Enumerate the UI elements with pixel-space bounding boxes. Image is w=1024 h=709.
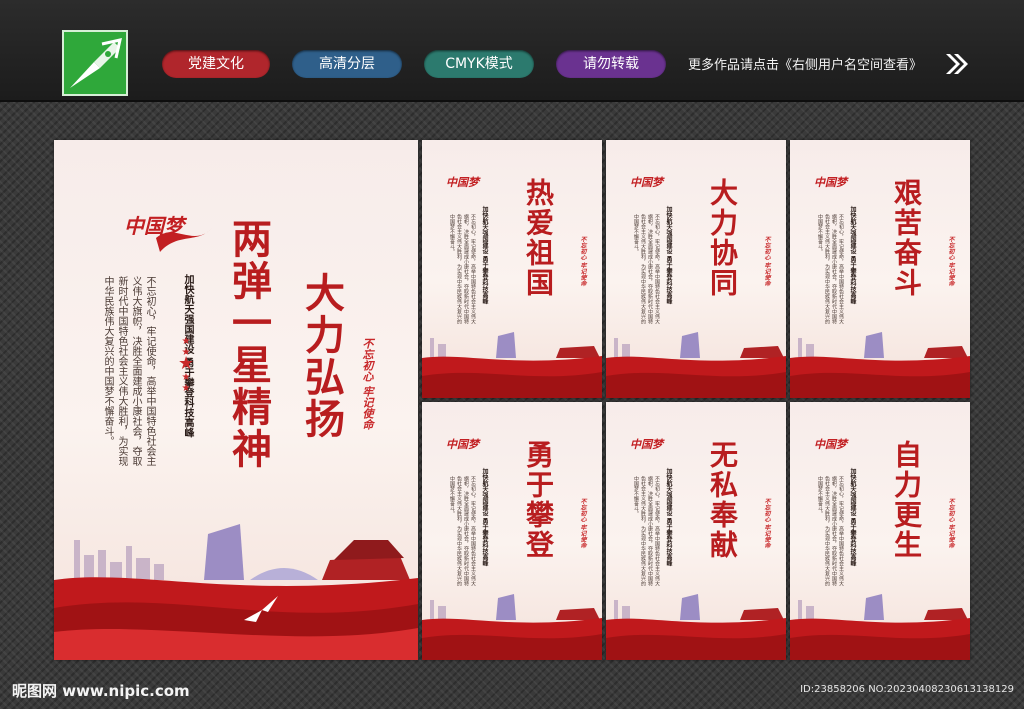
poster-6-heading: 加快航天强国建设 勇于攀登科技高峰 — [849, 468, 856, 567]
poster-1-skyline-icon — [422, 332, 602, 398]
poster-2-heading: 加快航天强国建设 勇于攀登科技高峰 — [665, 206, 672, 305]
double-arrow-icon[interactable] — [944, 52, 970, 76]
poster-4-skyline-icon — [422, 594, 602, 660]
poster-1-title: 热爱祖国 — [522, 178, 555, 298]
poster-2-title: 大力协同 — [706, 178, 739, 298]
poster-4: 中国梦 勇于攀登 不忘初心，牢记使命，高举中国特色社会主义伟大旗帜，决胜全面建成… — [422, 402, 602, 660]
china-dream-logo: 中国梦 — [630, 176, 663, 189]
brush-swoosh-icon — [156, 228, 212, 252]
poster-1-seal: 不忘初心 牢记使命 — [579, 236, 586, 287]
poster-5-skyline-icon — [606, 594, 786, 660]
china-dream-logo: 中国梦 — [446, 176, 479, 189]
poster-2-skyline-icon — [606, 332, 786, 398]
main-body-text: 不忘初心，牢记使命，高举中国特色社会主义伟大旗帜，决胜全面建成小康社会，夺取新时… — [102, 276, 155, 466]
star-decoration-icon: ★ ★ ★ ★ ★ — [178, 336, 195, 394]
poster-3-skyline-icon — [790, 332, 970, 398]
china-dream-logo: 中国梦 — [446, 438, 479, 451]
poster-3-title: 艰苦奋斗 — [890, 178, 923, 298]
poster-1-body: 不忘初心，牢记使命，高举中国特色社会主义伟大旗帜，决胜全面建成小康社会，夺取新时… — [449, 214, 476, 324]
poster-4-title: 勇于攀登 — [522, 440, 555, 560]
tag-cmyk-mode[interactable]: CMYK模式 — [424, 50, 534, 78]
main-poster: 中国梦 两弹一星精神 大力弘扬 不忘初心 牢记使命 加快航天强国建设 勇于攀登科… — [54, 140, 418, 660]
main-title-col2: 大力弘扬 — [298, 272, 345, 440]
city-skyline-wave-icon — [54, 524, 418, 660]
more-works-text: 更多作品请点击《右侧用户名空间查看》 — [688, 58, 923, 73]
poster-3-heading: 加快航天强国建设 勇于攀登科技高峰 — [849, 206, 856, 305]
seal-text: 不忘初心 牢记使命 — [361, 338, 374, 430]
china-dream-logo: 中国梦 — [814, 176, 847, 189]
poster-5-title: 无私奉献 — [706, 440, 739, 560]
poster-5: 中国梦 无私奉献 不忘初心，牢记使命，高举中国特色社会主义伟大旗帜，决胜全面建成… — [606, 402, 786, 660]
poster-3: 中国梦 艰苦奋斗 不忘初心，牢记使命，高举中国特色社会主义伟大旗帜，决胜全面建成… — [790, 140, 970, 398]
poster-6-skyline-icon — [790, 594, 970, 660]
poster-5-body: 不忘初心，牢记使命，高举中国特色社会主义伟大旗帜，决胜全面建成小康社会，夺取新时… — [633, 476, 660, 586]
poster-2-body: 不忘初心，牢记使命，高举中国特色社会主义伟大旗帜，决胜全面建成小康社会，夺取新时… — [633, 214, 660, 324]
china-dream-logo: 中国梦 — [630, 438, 663, 451]
poster-1: 中国梦 热爱祖国 不忘初心，牢记使命，高举中国特色社会主义伟大旗帜，决胜全面建成… — [422, 140, 602, 398]
poster-6-seal: 不忘初心 牢记使命 — [947, 498, 954, 549]
poster-6: 中国梦 自力更生 不忘初心，牢记使命，高举中国特色社会主义伟大旗帜，决胜全面建成… — [790, 402, 970, 660]
poster-4-body: 不忘初心，牢记使命，高举中国特色社会主义伟大旗帜，决胜全面建成小康社会，夺取新时… — [449, 476, 476, 586]
poster-6-body: 不忘初心，牢记使命，高举中国特色社会主义伟大旗帜，决胜全面建成小康社会，夺取新时… — [817, 476, 844, 586]
poster-5-seal: 不忘初心 牢记使命 — [763, 498, 770, 549]
top-banner: 党建文化 高清分层 CMYK模式 请勿转载 更多作品请点击《右侧用户名空间查看》 — [0, 0, 1024, 102]
poster-5-heading: 加快航天强国建设 勇于攀登科技高峰 — [665, 468, 672, 567]
poster-6-title: 自力更生 — [890, 440, 923, 560]
main-title-col1: 两弹一星精神 — [225, 218, 272, 470]
china-dream-logo: 中国梦 — [814, 438, 847, 451]
tag-no-repost[interactable]: 请勿转载 — [556, 50, 666, 78]
pen-logo-icon — [62, 30, 128, 96]
site-watermark[interactable]: 昵图网 www.nipic.com — [12, 680, 190, 701]
poster-2: 中国梦 大力协同 不忘初心，牢记使命，高举中国特色社会主义伟大旗帜，决胜全面建成… — [606, 140, 786, 398]
poster-2-seal: 不忘初心 牢记使命 — [763, 236, 770, 287]
poster-3-seal: 不忘初心 牢记使命 — [947, 236, 954, 287]
tag-party-culture[interactable]: 党建文化 — [162, 50, 270, 78]
poster-4-heading: 加快航天强国建设 勇于攀登科技高峰 — [481, 468, 488, 567]
poster-4-seal: 不忘初心 牢记使命 — [579, 498, 586, 549]
poster-1-heading: 加快航天强国建设 勇于攀登科技高峰 — [481, 206, 488, 305]
poster-3-body: 不忘初心，牢记使命，高举中国特色社会主义伟大旗帜，决胜全面建成小康社会，夺取新时… — [817, 214, 844, 324]
image-id: ID:23858206 NO:20230408230613138129 — [800, 684, 1014, 695]
tag-hd-layers[interactable]: 高清分层 — [292, 50, 402, 78]
